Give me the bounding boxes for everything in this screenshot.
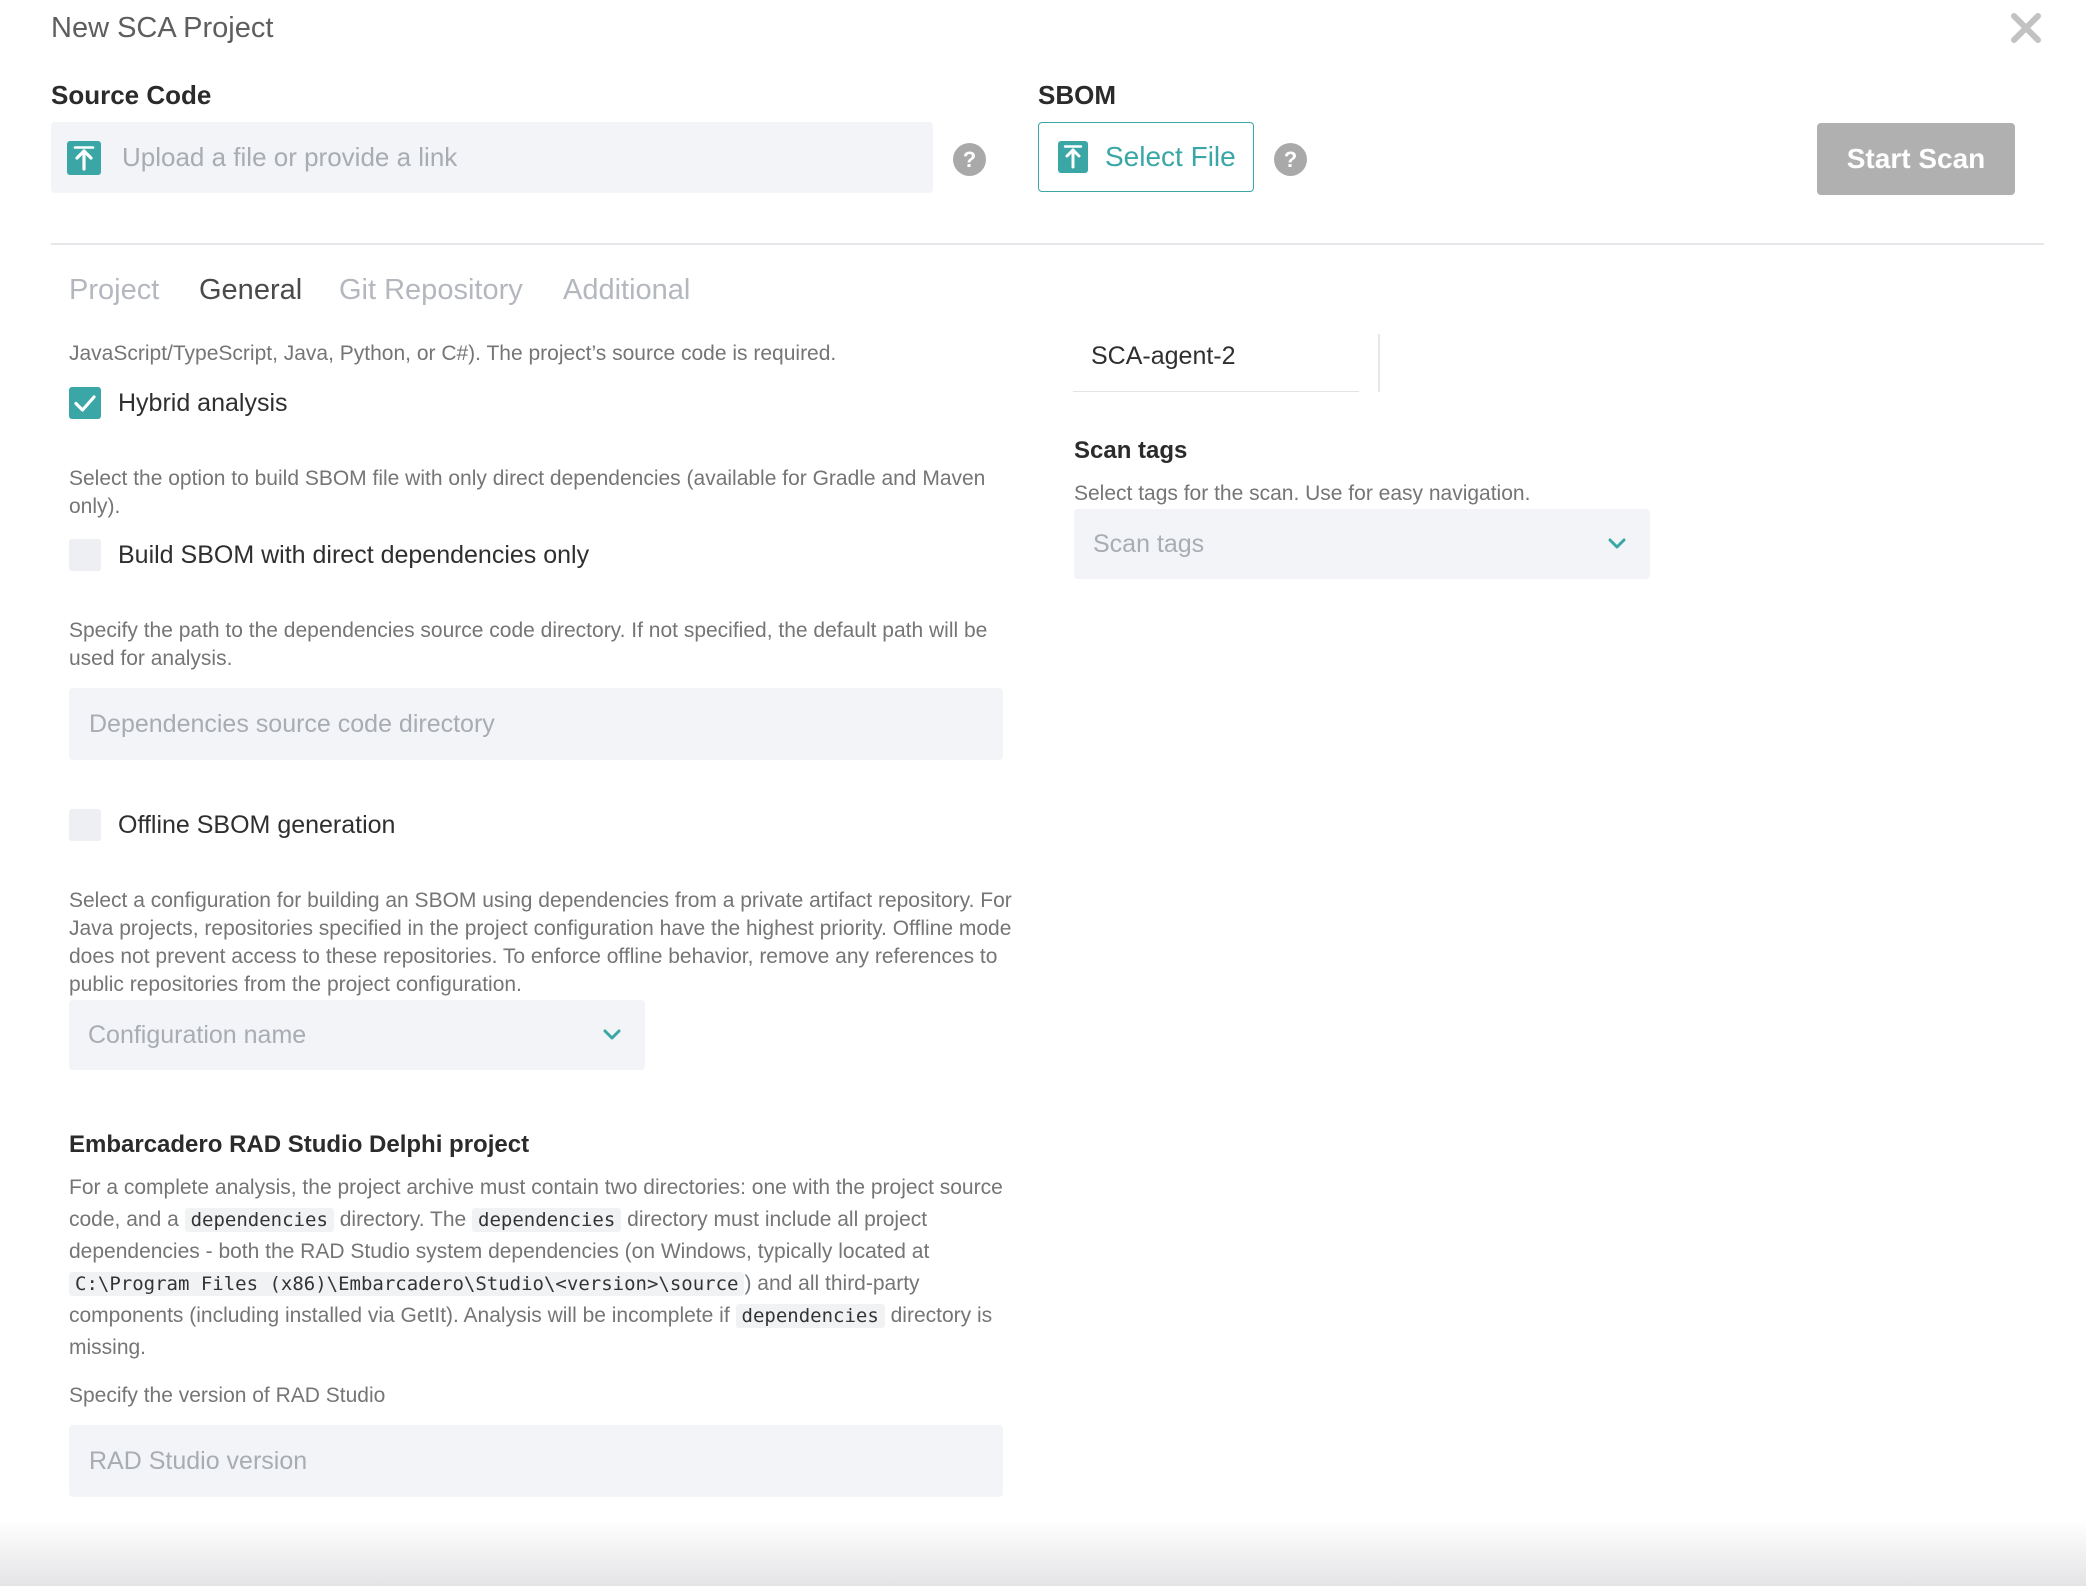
- offline-sbom-label[interactable]: Offline SBOM generation: [118, 811, 395, 840]
- rad-studio-description: Specify the version of RAD Studio: [69, 1384, 386, 1407]
- configuration-select[interactable]: Configuration name: [69, 1000, 645, 1070]
- tab-project[interactable]: Project: [69, 274, 159, 307]
- delphi-heading: Embarcadero RAD Studio Delphi project: [69, 1131, 530, 1158]
- code-dependencies: dependencies: [472, 1208, 622, 1232]
- code-dependencies: dependencies: [184, 1208, 334, 1232]
- code-dependencies: dependencies: [735, 1304, 885, 1328]
- source-code-placeholder: Upload a file or provide a link: [122, 142, 458, 172]
- select-file-button[interactable]: Select File: [1038, 122, 1254, 192]
- scan-tags-description: Select tags for the scan. Use for easy n…: [1074, 482, 1531, 505]
- rad-studio-placeholder: RAD Studio version: [89, 1446, 308, 1475]
- tab-general[interactable]: General: [199, 274, 302, 307]
- delphi-description: For a complete analysis, the project arc…: [69, 1176, 1003, 1359]
- source-code-label: Source Code: [51, 80, 212, 110]
- close-icon[interactable]: [2008, 10, 2044, 46]
- upload-icon: [1057, 140, 1089, 174]
- scan-tags-placeholder: Scan tags: [1093, 529, 1205, 558]
- sbom-help-icon[interactable]: ?: [1274, 143, 1307, 176]
- header-divider: [51, 243, 2044, 245]
- chevron-down-icon: [603, 1029, 621, 1040]
- configuration-placeholder: Configuration name: [88, 1020, 307, 1049]
- checkmark-icon: [74, 395, 96, 412]
- rad-studio-version-input[interactable]: RAD Studio version: [69, 1425, 1003, 1497]
- tab-git-repository[interactable]: Git Repository: [339, 274, 523, 307]
- deps-dir-placeholder: Dependencies source code directory: [89, 709, 495, 738]
- tab-additional[interactable]: Additional: [563, 274, 690, 307]
- select-file-label: Select File: [1105, 141, 1236, 172]
- start-scan-button[interactable]: Start Scan: [1817, 123, 2015, 195]
- direct-deps-label[interactable]: Build SBOM with direct dependencies only: [118, 541, 589, 570]
- config-description: Select a configuration for building an S…: [69, 889, 1012, 996]
- hybrid-analysis-checkbox[interactable]: [69, 387, 101, 419]
- dialog-title: New SCA Project: [51, 12, 274, 44]
- agent-select[interactable]: SCA-agent-2: [1073, 328, 1359, 392]
- direct-deps-description: Select the option to build SBOM file wit…: [69, 467, 986, 518]
- upload-icon[interactable]: [66, 140, 102, 176]
- deps-dir-description: Specify the path to the dependencies sou…: [69, 619, 988, 670]
- agent-value: SCA-agent-2: [1091, 342, 1236, 370]
- hybrid-description: JavaScript/TypeScript, Java, Python, or …: [69, 342, 837, 365]
- agent-separator: [1378, 334, 1380, 392]
- chevron-down-icon: [1608, 538, 1626, 549]
- direct-deps-checkbox[interactable]: [69, 539, 101, 571]
- bottom-shadow: [0, 1520, 2086, 1586]
- scan-tags-select[interactable]: Scan tags: [1074, 509, 1650, 579]
- sbom-label: SBOM: [1038, 80, 1116, 110]
- deps-dir-input[interactable]: Dependencies source code directory: [69, 688, 1003, 760]
- code-path: C:\Program Files (x86)\Embarcadero\Studi…: [69, 1272, 745, 1296]
- source-code-help-icon[interactable]: ?: [953, 143, 986, 176]
- offline-sbom-checkbox[interactable]: [69, 809, 101, 841]
- hybrid-analysis-label[interactable]: Hybrid analysis: [118, 389, 288, 418]
- scan-tags-label: Scan tags: [1074, 437, 1188, 464]
- source-code-upload-field[interactable]: Upload a file or provide a link: [51, 122, 933, 193]
